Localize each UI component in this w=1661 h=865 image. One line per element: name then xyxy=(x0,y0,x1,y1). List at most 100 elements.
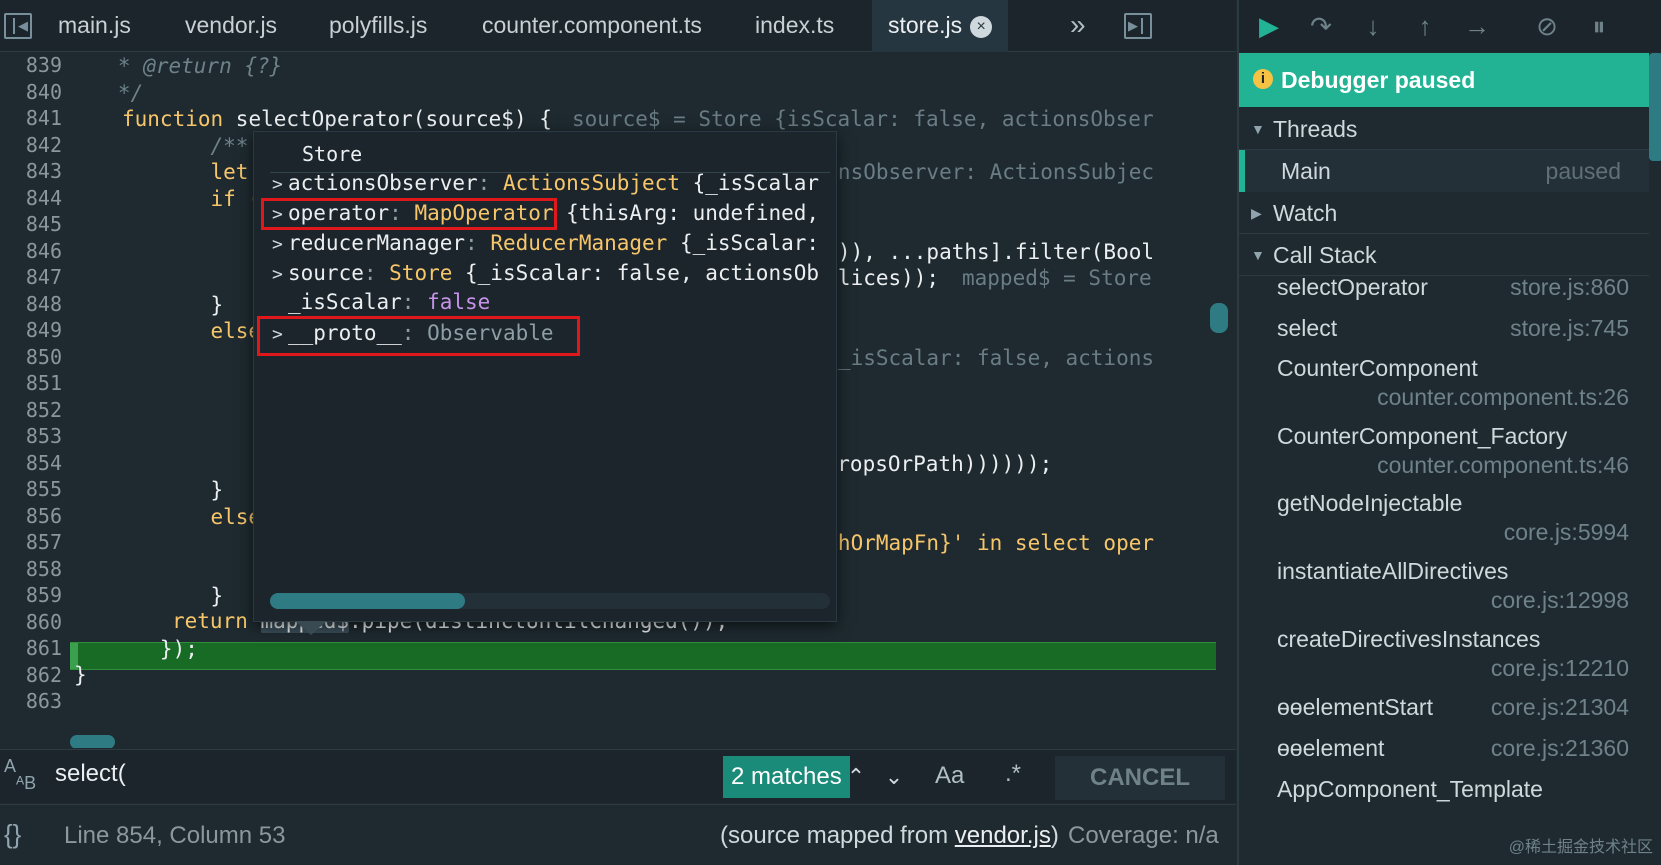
source-mapped-info: (source mapped from vendor.js) xyxy=(720,822,1059,849)
collapse-icon: ▼ xyxy=(1251,121,1265,137)
tab-vendor-js[interactable]: vendor.js xyxy=(185,0,277,52)
line-number[interactable]: 842 xyxy=(0,133,62,157)
line-number[interactable]: 846 xyxy=(0,239,62,263)
code-line: * xyxy=(122,372,274,396)
stack-frame[interactable]: AppComponent_Template xyxy=(1277,776,1649,803)
line-number[interactable]: 860 xyxy=(0,610,62,634)
watch-section-header[interactable]: ▶ Watch xyxy=(1239,192,1649,234)
line-number[interactable]: 859 xyxy=(0,583,62,607)
code-line: * xyxy=(122,425,274,449)
code-line: } xyxy=(122,293,224,317)
regex-toggle[interactable]: .* xyxy=(1005,760,1021,788)
line-number[interactable]: 844 xyxy=(0,186,62,210)
code-line: * @return {?} xyxy=(80,54,283,78)
cancel-search-button[interactable]: CANCEL xyxy=(1055,756,1225,800)
preview-row-actionsObserver[interactable]: > actionsObserver: ActionsSubject {_isSca… xyxy=(272,169,819,199)
thread-status: paused xyxy=(1545,158,1621,184)
toggle-debugger-pane-icon[interactable]: ▶ xyxy=(1124,13,1152,39)
debugger-paused-banner: i Debugger paused xyxy=(1239,53,1649,107)
line-number[interactable]: 857 xyxy=(0,530,62,554)
resume-icon[interactable]: ▶ xyxy=(1253,10,1285,42)
toggle-sources-icon[interactable]: ◀ xyxy=(4,13,32,39)
tab-index-ts[interactable]: index.ts xyxy=(755,0,834,52)
code-fragment: (propsOrPath)))))); xyxy=(812,452,1053,476)
case-sensitive-toggle[interactable]: Aa xyxy=(935,762,964,790)
collapse-icon: ▼ xyxy=(1251,247,1265,263)
line-number[interactable]: 841 xyxy=(0,106,62,130)
code-line: / xyxy=(122,213,274,237)
code-line: } xyxy=(122,478,224,502)
debug-toolbar: ▶ ↷ ↓ ↑ → ⊘ ⏸ xyxy=(1239,0,1661,52)
debugger-pane: ▶ ↷ ↓ ↑ → ⊘ ⏸ i Debugger paused ▼ Threads … xyxy=(1237,0,1661,865)
line-number[interactable]: 855 xyxy=(0,477,62,501)
stack-frame[interactable]: select store.js:745 xyxy=(1277,315,1649,342)
expand-arrow-icon[interactable]: > xyxy=(272,231,288,259)
pause-on-exceptions-icon[interactable]: ⏸ xyxy=(1583,10,1615,42)
line-number[interactable]: 851 xyxy=(0,371,62,395)
tab-store-js[interactable]: store.js × xyxy=(872,0,1009,52)
code-line: } xyxy=(74,663,87,687)
source-map-link[interactable]: vendor.js xyxy=(955,822,1051,849)
line-number[interactable]: 839 xyxy=(0,53,62,77)
deactivate-breakpoints-icon[interactable]: ⊘ xyxy=(1531,10,1563,42)
line-number[interactable]: 863 xyxy=(0,689,62,713)
stack-frame[interactable]: ɵɵelementStart core.js:21304 xyxy=(1277,694,1649,721)
line-number[interactable]: 856 xyxy=(0,504,62,528)
line-number[interactable]: 847 xyxy=(0,265,62,289)
editor-tab-bar: ◀ main.js vendor.js polyfills.js counter… xyxy=(0,0,1236,52)
pane-scrollbar[interactable] xyxy=(1649,53,1661,161)
expand-arrow-icon[interactable]: > xyxy=(272,261,288,289)
preview-row-reducerManager[interactable]: > reducerManager: ReducerManager {_isScal… xyxy=(272,229,819,259)
line-number[interactable]: 861 xyxy=(0,636,62,660)
tab-label: store.js xyxy=(888,12,963,38)
thread-main[interactable]: Main paused xyxy=(1239,150,1649,192)
more-tabs-icon[interactable]: » xyxy=(1070,0,1086,50)
line-number[interactable]: 858 xyxy=(0,557,62,581)
line-number[interactable]: 852 xyxy=(0,398,62,422)
line-number[interactable]: 854 xyxy=(0,451,62,475)
pretty-print-icon[interactable]: {} xyxy=(4,819,21,850)
cursor-position: Line 854, Column 53 xyxy=(64,822,286,849)
paused-line-highlight xyxy=(70,642,1216,670)
line-number[interactable]: 853 xyxy=(0,424,62,448)
search-input[interactable]: select( xyxy=(55,760,126,788)
close-tab-icon[interactable]: × xyxy=(970,16,993,38)
line-number[interactable]: 849 xyxy=(0,318,62,342)
popup-horizontal-scrollbar[interactable] xyxy=(270,593,830,609)
match-case-toggle-icon[interactable]: AᴬB xyxy=(4,757,36,792)
line-number[interactable]: 862 xyxy=(0,663,62,687)
stack-frame[interactable]: instantiateAllDirectives core.js:12998 xyxy=(1277,558,1649,614)
threads-section-header[interactable]: ▼ Threads xyxy=(1239,108,1649,150)
line-number[interactable]: 845 xyxy=(0,212,62,236)
line-number[interactable]: 843 xyxy=(0,159,62,183)
watermark: @稀土掘金技术社区 xyxy=(1508,839,1653,856)
preview-row-isScalar: _isScalar: false xyxy=(288,290,491,314)
expand-arrow-icon[interactable]: > xyxy=(272,171,288,199)
editor-vertical-scrollbar[interactable] xyxy=(1210,303,1228,333)
step-out-icon[interactable]: ↑ xyxy=(1409,10,1441,42)
step-in-icon[interactable]: ↓ xyxy=(1357,10,1389,42)
line-number[interactable]: 840 xyxy=(0,80,62,104)
line-number[interactable]: 848 xyxy=(0,292,62,316)
code-fragment: pathOrMapFn}' in select oper xyxy=(800,531,1155,555)
tab-main-js[interactable]: main.js xyxy=(58,0,131,52)
stack-frame[interactable]: ɵɵelement core.js:21360 xyxy=(1277,735,1649,762)
popup-title: Store xyxy=(302,142,363,166)
editor-horizontal-scrollbar[interactable] xyxy=(70,735,115,748)
stack-frame[interactable]: getNodeInjectable core.js:5994 xyxy=(1277,490,1649,546)
stack-frame[interactable]: selectOperator store.js:860 xyxy=(1277,274,1649,301)
line-number[interactable]: 850 xyxy=(0,345,62,369)
previous-match-button[interactable]: ⌃ xyxy=(838,756,874,798)
stack-frame[interactable]: CounterComponent counter.component.ts:26 xyxy=(1277,355,1649,411)
annotation-box-proto xyxy=(257,316,580,356)
callstack-section-header[interactable]: ▼ Call Stack xyxy=(1239,234,1649,276)
stack-frame[interactable]: createDirectivesInstances core.js:12210 xyxy=(1277,626,1649,682)
code-line: function selectOperator(source$) { xyxy=(122,107,552,131)
preview-row-source[interactable]: > source: Store {_isScalar: false, action… xyxy=(272,259,819,289)
step-icon[interactable]: → xyxy=(1461,10,1493,42)
tab-counter-component-ts[interactable]: counter.component.ts xyxy=(482,0,702,52)
stack-frame[interactable]: CounterComponent_Factory counter.componen… xyxy=(1277,423,1649,479)
next-match-button[interactable]: ⌄ xyxy=(876,756,912,798)
tab-polyfills-js[interactable]: polyfills.js xyxy=(329,0,427,52)
step-over-icon[interactable]: ↷ xyxy=(1305,10,1337,42)
